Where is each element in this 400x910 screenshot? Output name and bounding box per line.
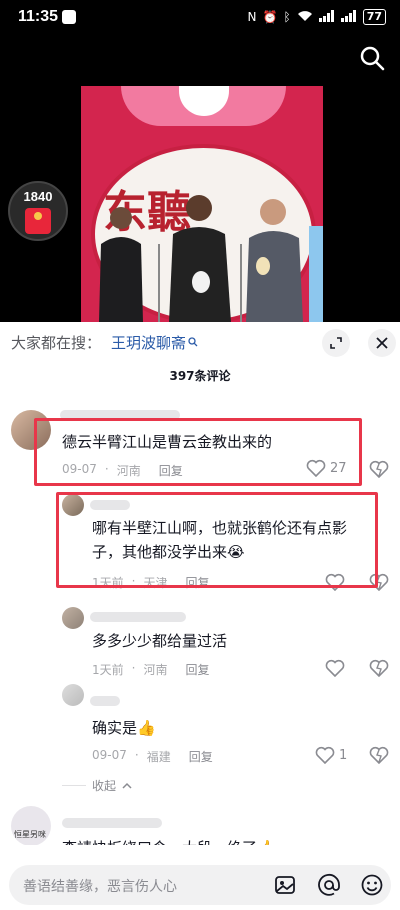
- bluetooth-icon: ᛒ: [283, 10, 291, 24]
- comment-input[interactable]: 善语结善缘，恶言伤人心: [9, 865, 391, 905]
- nfc-icon: N: [247, 10, 257, 24]
- battery-indicator: 77: [362, 9, 386, 25]
- collapse-replies-button[interactable]: 收起: [62, 777, 132, 794]
- comment-meta: 09-07 · 福建 回复: [92, 748, 213, 765]
- image-icon[interactable]: [273, 873, 297, 897]
- video-player[interactable]: 11:35 N ⏰ ᛒ 77 东聽 1840: [0, 0, 400, 322]
- chevron-up-icon: [122, 779, 132, 793]
- like-button[interactable]: 1: [315, 746, 347, 764]
- trending-search-label: 大家都在搜：: [11, 334, 102, 352]
- signal-icon-2: [340, 9, 357, 25]
- avatar[interactable]: [62, 684, 84, 706]
- video-frame: 东聽: [81, 86, 323, 322]
- alarm-icon: ⏰: [262, 10, 278, 24]
- status-icons: N ⏰ ᛒ 77: [248, 9, 386, 25]
- stage-banner: [121, 86, 286, 126]
- comment-meta: 1天前 · 河南 回复: [92, 661, 210, 678]
- like-count: 1: [339, 747, 348, 763]
- username-blurred: [62, 818, 162, 828]
- heart-icon: [315, 746, 335, 764]
- reply-button[interactable]: 回复: [185, 661, 209, 678]
- expand-icon[interactable]: [322, 329, 350, 357]
- signal-icon: [318, 9, 335, 25]
- avatar[interactable]: 恒星另咪: [11, 806, 51, 846]
- search-small-icon: [188, 336, 198, 350]
- comment-text: 多多少少都给量过活: [92, 632, 228, 650]
- mention-icon[interactable]: [317, 873, 341, 897]
- trending-search[interactable]: 大家都在搜： 王玥波聊斋: [11, 332, 198, 353]
- comment-input-bar: 善语结善缘，恶言伤人心: [0, 845, 400, 910]
- status-bar: 11:35 N ⏰ ᛒ 77: [0, 0, 400, 36]
- red-packet-button[interactable]: 1840: [8, 181, 68, 241]
- notification-app-icon: [62, 10, 76, 24]
- dislike-icon[interactable]: [369, 659, 389, 681]
- username-blurred: [90, 612, 186, 622]
- wifi-icon: [297, 10, 313, 25]
- trending-search-keyword[interactable]: 王玥波聊斋: [111, 332, 186, 353]
- red-envelope-icon: [25, 208, 51, 234]
- heart-icon: [325, 659, 345, 677]
- reply-button[interactable]: 回复: [189, 748, 213, 765]
- red-packet-count: 1840: [23, 189, 53, 204]
- comment-text: 确实是👍: [92, 719, 156, 737]
- comment-sheet: 大家都在搜： 王玥波聊斋 397条评论 德云半臂江山是曹云金教出来的 09-07…: [0, 322, 400, 910]
- highlight-box: [56, 492, 378, 588]
- close-icon[interactable]: [368, 329, 396, 357]
- status-time: 11:35: [18, 8, 59, 25]
- search-icon[interactable]: [358, 44, 386, 72]
- avatar-label: 恒星另咪: [14, 830, 46, 839]
- comment-count: 397条评论: [169, 369, 231, 383]
- username-blurred: [90, 696, 120, 706]
- avatar[interactable]: [62, 607, 84, 629]
- dislike-icon[interactable]: [369, 460, 389, 482]
- comment-input-placeholder: 善语结善缘，恶言伤人心: [23, 879, 177, 895]
- emoji-icon[interactable]: [360, 873, 384, 897]
- like-button[interactable]: [325, 659, 345, 677]
- highlight-box: [34, 418, 362, 486]
- performers-image: [99, 195, 303, 322]
- dislike-icon[interactable]: [369, 746, 389, 768]
